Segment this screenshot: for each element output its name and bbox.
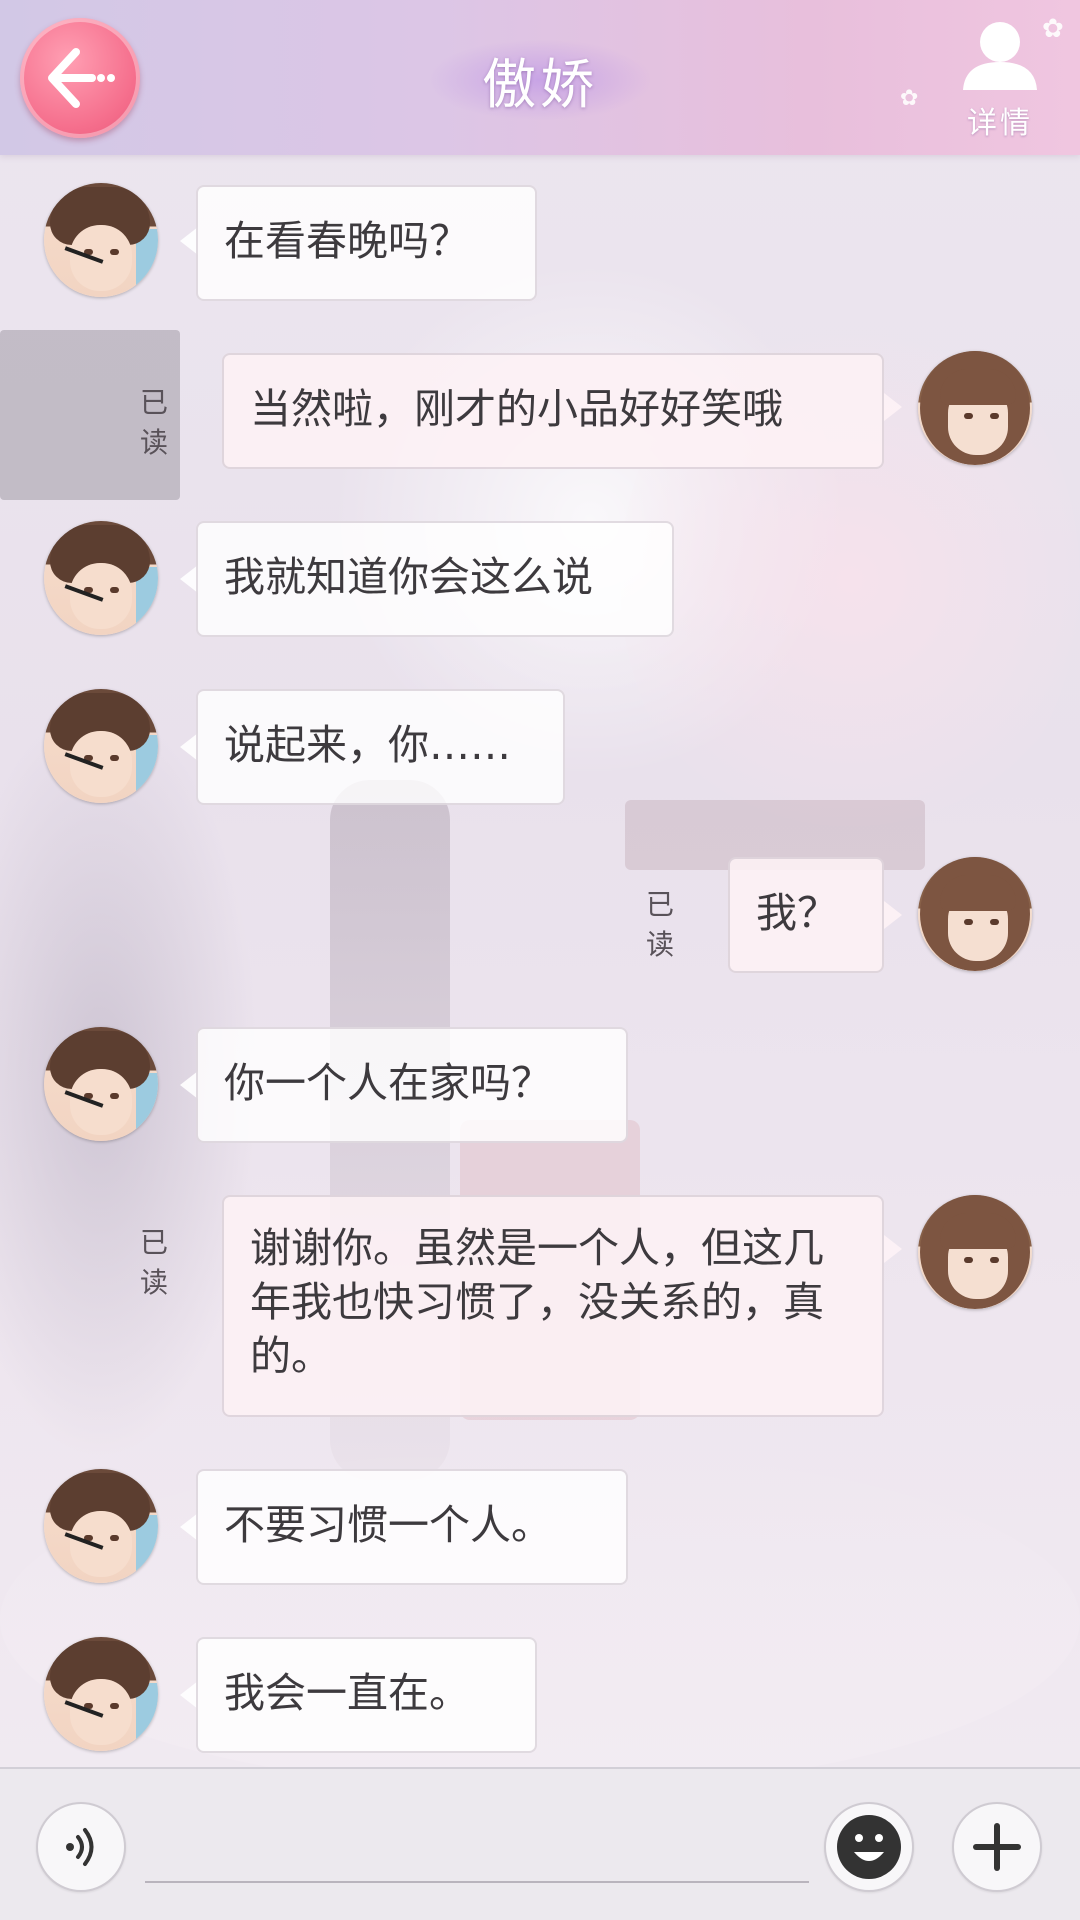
- message-input[interactable]: [145, 1809, 809, 1883]
- message-bubble[interactable]: 当然啦，刚才的小品好好笑哦: [222, 353, 884, 469]
- input-bar: [0, 1767, 1080, 1920]
- message-bubble[interactable]: 我会一直在。: [196, 1637, 537, 1753]
- read-status: 已读: [140, 1226, 169, 1299]
- message-text: 我就知道你会这么说: [224, 553, 593, 601]
- emoji-icon: [837, 1815, 901, 1879]
- user-avatar[interactable]: [918, 857, 1032, 971]
- message-text: 在看春晚吗？: [224, 217, 470, 265]
- read-status: 已读: [140, 386, 169, 459]
- message-bubble[interactable]: 在看春晚吗？: [196, 185, 537, 301]
- voice-button[interactable]: [36, 1802, 126, 1892]
- message-bubble[interactable]: 说起来，你……: [196, 689, 565, 805]
- user-avatar[interactable]: [918, 351, 1032, 465]
- message-text: 我会一直在。: [224, 1669, 470, 1717]
- header-bar: 傲娇 ✿ ✿ 详情: [0, 0, 1080, 155]
- message-text: 不要习惯一个人。: [224, 1501, 552, 1549]
- add-button[interactable]: [952, 1802, 1042, 1892]
- emoji-button[interactable]: [824, 1802, 914, 1892]
- contact-avatar[interactable]: [44, 521, 158, 635]
- sparkle-icon: ✿: [900, 86, 919, 111]
- contact-avatar[interactable]: [44, 689, 158, 803]
- message-text: 谢谢你。虽然是一个人，但这几年我也快习惯了，没关系的，真的。: [250, 1224, 824, 1380]
- message-list: 在看春晚吗？ 已读 当然啦，刚才的小品好好笑哦 我就知道你会这么说 说起来，你……: [0, 155, 1080, 1767]
- message-text: 当然啦，刚才的小品好好笑哦: [250, 385, 783, 433]
- contact-avatar[interactable]: [44, 1637, 158, 1751]
- person-icon: [963, 22, 1037, 90]
- plus-icon: [973, 1823, 1021, 1871]
- read-status: 已读: [646, 888, 675, 961]
- message-bubble[interactable]: 你一个人在家吗？: [196, 1027, 628, 1143]
- details-button[interactable]: 详情: [955, 16, 1045, 141]
- message-bubble[interactable]: 我就知道你会这么说: [196, 521, 674, 637]
- message-text: 你一个人在家吗？: [224, 1059, 552, 1107]
- message-bubble[interactable]: 我？: [728, 857, 884, 973]
- sparkle-icon: ✿: [1042, 14, 1064, 44]
- message-text: 说起来，你……: [224, 721, 511, 769]
- message-bubble[interactable]: 谢谢你。虽然是一个人，但这几年我也快习惯了，没关系的，真的。: [222, 1195, 884, 1417]
- contact-avatar[interactable]: [44, 1469, 158, 1583]
- message-text: 我？: [756, 889, 838, 937]
- details-label: 详情: [967, 106, 1033, 141]
- message-bubble[interactable]: 不要习惯一个人。: [196, 1469, 628, 1585]
- chat-screen: 傲娇 ✿ ✿ 详情 在看春晚吗？ 已读 当然啦，刚才的小品好好笑哦 我就知道你会…: [0, 0, 1080, 1920]
- contact-avatar[interactable]: [44, 183, 158, 297]
- voice-icon: [66, 1828, 94, 1866]
- user-avatar[interactable]: [918, 1195, 1032, 1309]
- contact-avatar[interactable]: [44, 1027, 158, 1141]
